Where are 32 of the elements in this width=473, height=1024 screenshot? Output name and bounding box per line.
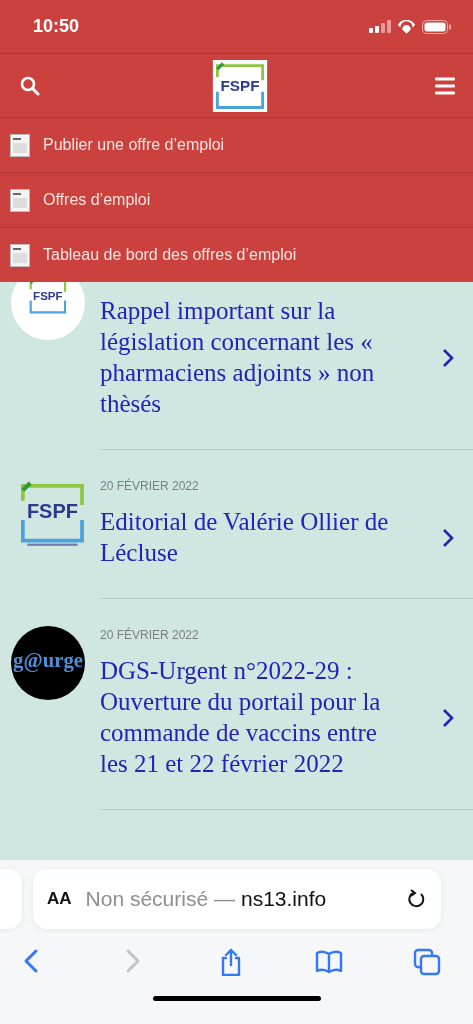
menu-icon [435, 75, 455, 96]
search-button[interactable] [20, 75, 40, 96]
article-title-link[interactable]: DGS-Urgent n°2022-29 : Ouverture du portail pour la commande de vaccins entre les 21 et 22 février 2022 [100, 655, 399, 779]
tabs-icon[interactable] [413, 948, 441, 976]
document-icon [10, 243, 30, 267]
address-bar[interactable]: AA Non sécurisé — ns13.info [33, 869, 441, 929]
document-icon [10, 133, 30, 157]
avatar-logo: FSPF [11, 477, 85, 551]
chevron-icon[interactable] [442, 707, 454, 728]
signal-icon [369, 20, 391, 33]
wifi-icon [397, 19, 416, 34]
security-label: Non sécurisé — [85, 887, 235, 911]
clock-time: 10:50 [33, 16, 80, 37]
book-icon[interactable] [314, 948, 343, 976]
article-title-link[interactable]: Rappel important sur la législation concernant les « pharmaciens adjoints » non thèsés [100, 295, 399, 419]
reload-icon[interactable] [407, 889, 427, 909]
article-title-link[interactable]: Editorial de Valérie Ollier de Lécluse [100, 506, 399, 568]
document-icon [10, 188, 30, 212]
menu-item[interactable]: Offres d’emploi [0, 172, 473, 227]
site-logo[interactable]: FSPF [211, 59, 268, 112]
avatar-logo: g@urge [11, 626, 85, 700]
battery-icon [422, 19, 451, 34]
chevron-icon[interactable] [442, 527, 454, 548]
text-size-button[interactable]: AA [47, 889, 72, 909]
article-date: 20 FÉVRIER 2022 [100, 479, 199, 493]
chevron-icon[interactable] [442, 347, 454, 368]
menu-item[interactable]: Tableau de bord des offres d’emploi [0, 227, 473, 282]
article-date: 20 FÉVRIER 2022 [100, 628, 199, 642]
search-icon [20, 75, 40, 96]
domain-text: ns13.info [240, 887, 327, 911]
menu-item[interactable]: Publier une offre d’emploi [0, 117, 473, 172]
menu-button[interactable] [435, 75, 455, 96]
